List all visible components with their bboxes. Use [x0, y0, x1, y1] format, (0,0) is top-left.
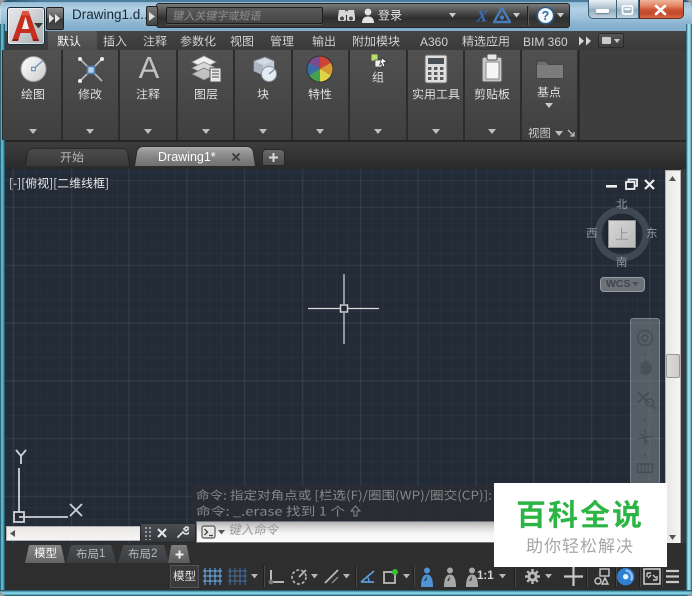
- svg-text:X: X: [475, 7, 488, 24]
- svg-text:?: ?: [542, 9, 550, 23]
